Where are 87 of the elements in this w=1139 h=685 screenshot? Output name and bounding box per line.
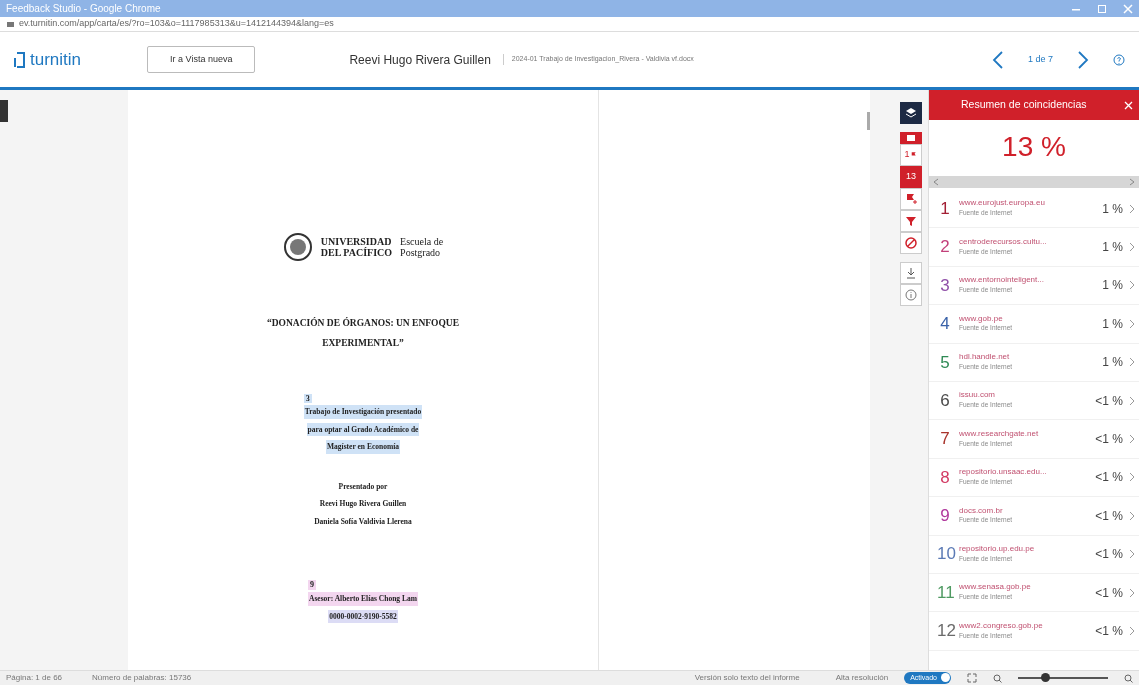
match-number: 1 bbox=[939, 197, 951, 220]
scrollbar-thumb[interactable] bbox=[867, 112, 870, 130]
flag-plus-icon bbox=[904, 192, 918, 206]
page-count: Página: 1 de 66 bbox=[6, 672, 63, 684]
site-info-icon[interactable] bbox=[6, 19, 15, 29]
scroll-bar[interactable] bbox=[929, 176, 1139, 188]
chevron-icon[interactable] bbox=[1129, 242, 1135, 253]
chevron-icon[interactable] bbox=[1129, 357, 1135, 368]
match-number: 5 bbox=[939, 351, 951, 374]
author-name: Reevi Hugo Rivera Guillen bbox=[349, 51, 491, 69]
panel-icon bbox=[904, 134, 918, 142]
chevron-icon[interactable] bbox=[1129, 434, 1135, 445]
chevron-icon[interactable] bbox=[1129, 626, 1135, 636]
match-number: 11 bbox=[937, 581, 953, 604]
block-icon bbox=[904, 236, 918, 250]
word-count: Número de palabras: 15736 bbox=[92, 672, 192, 684]
school-name: Escuela de Postgrado bbox=[400, 236, 444, 258]
tool-button[interactable]: 1 bbox=[900, 144, 922, 166]
pager-dropdown[interactable]: 1 de 7 bbox=[1027, 52, 1053, 67]
similarity-score: 13 % bbox=[1001, 130, 1067, 164]
logo-text: turnitin bbox=[30, 48, 82, 71]
thesis-title: “DONACIÓN DE ÓRGANOS: UN ENFOQUE EXPERIMENTAL” bbox=[266, 316, 460, 350]
layers-icon bbox=[904, 106, 918, 120]
match-percent: <1 % bbox=[1095, 469, 1123, 487]
fullscreen-icon[interactable] bbox=[967, 673, 977, 683]
chevron-icon[interactable] bbox=[1129, 510, 1135, 521]
match-number: 7 bbox=[939, 428, 951, 451]
source-name: www.researchgate.net bbox=[959, 429, 1039, 439]
source-name: www2.congreso.gob.pe bbox=[959, 621, 1043, 631]
help-icon[interactable] bbox=[1113, 53, 1125, 66]
new-view-button[interactable]: Ir a Vista nueva bbox=[147, 45, 256, 74]
chevron-icon[interactable] bbox=[1129, 549, 1135, 560]
next-icon[interactable] bbox=[1077, 49, 1089, 70]
chevron-icon[interactable] bbox=[1129, 280, 1135, 291]
source-name: www.eurojust.europa.eu bbox=[959, 199, 1045, 209]
source-name: repositorio.up.edu.pe bbox=[959, 544, 1035, 554]
zoom-in-icon[interactable] bbox=[1124, 673, 1133, 683]
source-name: www.entornointeligent... bbox=[959, 276, 1044, 285]
maximize-icon[interactable] bbox=[1097, 3, 1107, 14]
source-name: www.senasa.gob.pe bbox=[959, 583, 1031, 593]
match-percent: <1 % bbox=[1095, 507, 1123, 525]
previous-icon[interactable] bbox=[991, 49, 1004, 70]
panel-title: Resumen de coincidencias bbox=[961, 97, 1087, 113]
logo-icon bbox=[14, 51, 26, 68]
match-number: 4 bbox=[939, 313, 951, 336]
match-percent: 1 % bbox=[1102, 354, 1123, 372]
university-name: UNIVERSIDAD DEL PACÍFICO bbox=[320, 236, 393, 258]
tool-button[interactable] bbox=[900, 102, 922, 124]
match-marker[interactable]: 9 bbox=[308, 580, 317, 591]
chevron-icon[interactable] bbox=[1129, 472, 1135, 483]
match-percent: 1 % bbox=[1102, 200, 1123, 218]
chevron-icon[interactable] bbox=[1129, 318, 1135, 329]
chevron-icon[interactable] bbox=[1129, 395, 1135, 406]
chevron-icon[interactable] bbox=[1129, 587, 1135, 598]
source-name: centroderecursos.cultu... bbox=[959, 237, 1047, 247]
source-name: issuu.com bbox=[959, 391, 996, 401]
high-res-label: Alta resolución bbox=[835, 672, 889, 684]
match-count-tab[interactable]: 13 bbox=[900, 166, 922, 188]
download-icon bbox=[904, 266, 918, 280]
match-marker[interactable]: 3 bbox=[303, 393, 312, 404]
match-percent: <1 % bbox=[1095, 546, 1123, 564]
match-percent: <1 % bbox=[1095, 584, 1123, 602]
zoom-out-icon[interactable] bbox=[993, 673, 1002, 683]
source-name: docs.com.br bbox=[959, 506, 1004, 516]
match-number: 12 bbox=[937, 620, 953, 643]
chevron-icon[interactable] bbox=[1129, 203, 1135, 214]
window-title: Feedback Studio - Google Chrome bbox=[6, 2, 161, 16]
match-percent: 1 % bbox=[1102, 239, 1123, 257]
text-only-link[interactable]: Versión solo texto del informe bbox=[694, 672, 800, 684]
match-number: 8 bbox=[939, 466, 951, 489]
filter-icon bbox=[904, 214, 918, 228]
match-percent: 1 % bbox=[1102, 277, 1123, 295]
match-number: 3 bbox=[939, 274, 951, 297]
info-icon bbox=[904, 288, 918, 302]
source-name: www.gob.pe bbox=[959, 314, 1004, 324]
match-percent: <1 % bbox=[1095, 623, 1123, 640]
match-percent: <1 % bbox=[1095, 431, 1123, 449]
match-number: 2 bbox=[939, 236, 951, 259]
source-name: hdl.handle.net bbox=[959, 353, 1011, 362]
match-number: 6 bbox=[939, 389, 951, 412]
close-icon[interactable] bbox=[1124, 100, 1133, 110]
seal-icon bbox=[282, 232, 313, 262]
match-percent: <1 % bbox=[1095, 392, 1123, 410]
match-percent: 1 % bbox=[1102, 315, 1123, 333]
address-bar[interactable]: ev.turnitin.com/app/carta/es/?ro=103&o=1117985313&u=1412144394&lang=es bbox=[19, 17, 334, 31]
source-name: repositorio.unsaac.edu... bbox=[959, 468, 1047, 477]
match-number: 9 bbox=[939, 505, 951, 528]
